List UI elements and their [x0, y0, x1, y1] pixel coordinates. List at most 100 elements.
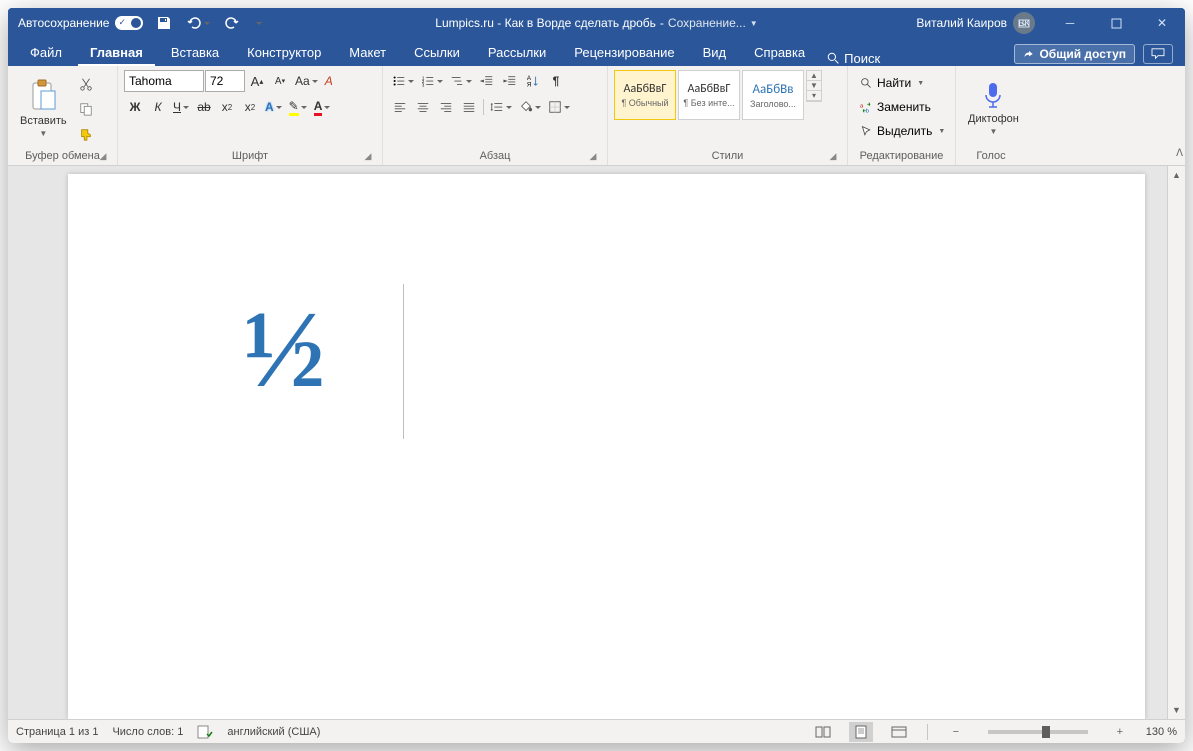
share-button[interactable]: Общий доступ: [1014, 44, 1135, 64]
tab-home[interactable]: Главная: [78, 41, 155, 66]
align-justify-icon[interactable]: [458, 96, 480, 118]
numbering-icon[interactable]: 123: [418, 70, 446, 92]
zoom-level[interactable]: 130 %: [1146, 726, 1177, 738]
style-heading1[interactable]: АаБбВвЗаголово...: [742, 70, 804, 120]
tab-layout[interactable]: Макет: [337, 41, 398, 66]
language-indicator[interactable]: английский (США): [227, 726, 320, 738]
spellcheck-icon[interactable]: [197, 725, 213, 739]
maximize-icon[interactable]: [1093, 8, 1139, 38]
web-layout-icon[interactable]: [887, 722, 911, 742]
zoom-in-button[interactable]: +: [1108, 722, 1132, 742]
text-cursor: [403, 284, 404, 439]
tab-references[interactable]: Ссылки: [402, 41, 472, 66]
select-button[interactable]: Выделить▼: [856, 120, 949, 142]
sort-icon[interactable]: AЯ: [522, 70, 544, 92]
styles-launcher-icon[interactable]: ◢: [827, 151, 839, 163]
read-mode-icon[interactable]: [811, 722, 835, 742]
indent-decrease-icon[interactable]: [476, 70, 498, 92]
styles-scroll-icon[interactable]: ▲▼▾: [806, 70, 822, 102]
tab-help[interactable]: Справка: [742, 41, 817, 66]
clipboard-launcher-icon[interactable]: ◢: [97, 151, 109, 163]
tab-mailings[interactable]: Рассылки: [476, 41, 558, 66]
find-icon: [860, 77, 873, 90]
scroll-up-icon[interactable]: ▲: [1168, 166, 1185, 184]
shading-icon[interactable]: [516, 96, 544, 118]
tab-file[interactable]: Файл: [18, 41, 74, 66]
show-marks-icon[interactable]: ¶: [545, 70, 567, 92]
minimize-icon[interactable]: ─: [1047, 8, 1093, 38]
subscript-button[interactable]: x2: [216, 96, 238, 118]
document-content[interactable]: ½: [243, 294, 326, 404]
comment-icon: [1151, 48, 1165, 60]
paste-button[interactable]: Вставить ▼: [14, 70, 73, 147]
word-count[interactable]: Число слов: 1: [112, 726, 183, 738]
vertical-scrollbar[interactable]: ▲ ▼: [1167, 166, 1185, 719]
tab-view[interactable]: Вид: [691, 41, 739, 66]
align-left-icon[interactable]: [389, 96, 411, 118]
styles-gallery[interactable]: АаБбВвГ¶ Обычный АаБбВвГ¶ Без инте... Аа…: [614, 70, 804, 120]
ribbon-tabs: Файл Главная Вставка Конструктор Макет С…: [8, 38, 1185, 66]
format-painter-icon[interactable]: [75, 123, 97, 145]
document-area[interactable]: ½ ▲ ▼: [8, 166, 1185, 719]
undo-icon[interactable]: [183, 12, 213, 34]
cut-icon[interactable]: [75, 73, 97, 95]
bullets-icon[interactable]: [389, 70, 417, 92]
title-bar: Автосохранение Lumpics.ru - Как в Ворде …: [8, 8, 1185, 38]
collapse-ribbon-icon[interactable]: ᐱ: [1176, 148, 1183, 159]
find-button[interactable]: Найти▼: [856, 72, 949, 94]
change-case-button[interactable]: Aa: [292, 70, 321, 92]
copy-icon[interactable]: [75, 98, 97, 120]
font-color-icon[interactable]: A: [311, 96, 334, 118]
qat-customize-icon[interactable]: [251, 12, 265, 34]
save-icon[interactable]: [153, 12, 175, 34]
align-right-icon[interactable]: [435, 96, 457, 118]
underline-button[interactable]: Ч: [170, 96, 192, 118]
print-layout-icon[interactable]: [849, 722, 873, 742]
zoom-out-button[interactable]: −: [944, 722, 968, 742]
tab-review[interactable]: Рецензирование: [562, 41, 686, 66]
microphone-icon: [982, 81, 1004, 111]
dictate-button[interactable]: Диктофон ▼: [962, 70, 1025, 147]
tab-insert[interactable]: Вставка: [159, 41, 231, 66]
indent-increase-icon[interactable]: [499, 70, 521, 92]
italic-button[interactable]: К: [147, 96, 169, 118]
line-spacing-icon[interactable]: [487, 96, 515, 118]
replace-button[interactable]: abЗаменить: [856, 96, 949, 118]
superscript-button[interactable]: x2: [239, 96, 261, 118]
style-nospace[interactable]: АаБбВвГ¶ Без инте...: [678, 70, 740, 120]
group-voice-label: Голос: [976, 150, 1005, 162]
shrink-font-icon[interactable]: A▾: [269, 70, 291, 92]
style-normal[interactable]: АаБбВвГ¶ Обычный: [614, 70, 676, 120]
ribbon-options-icon[interactable]: [1001, 8, 1047, 38]
font-size-combo[interactable]: [205, 70, 245, 92]
search-button[interactable]: Поиск: [819, 51, 888, 66]
comments-button[interactable]: [1143, 44, 1173, 64]
scroll-down-icon[interactable]: ▼: [1168, 701, 1185, 719]
text-effects-icon[interactable]: A: [262, 96, 285, 118]
font-launcher-icon[interactable]: ◢: [362, 151, 374, 163]
strike-button[interactable]: ab: [193, 96, 215, 118]
svg-text:Я: Я: [527, 81, 531, 88]
group-font-label: Шрифт: [232, 150, 268, 162]
align-center-icon[interactable]: [412, 96, 434, 118]
zoom-slider[interactable]: [988, 730, 1088, 734]
user-name[interactable]: Виталий Каиров: [916, 16, 1007, 30]
svg-text:b: b: [866, 108, 869, 114]
save-status: Сохранение...: [668, 16, 746, 30]
page-indicator[interactable]: Страница 1 из 1: [16, 726, 98, 738]
redo-icon[interactable]: [221, 12, 243, 34]
highlight-icon[interactable]: ✎: [286, 96, 310, 118]
paragraph-launcher-icon[interactable]: ◢: [587, 151, 599, 163]
tab-design[interactable]: Конструктор: [235, 41, 333, 66]
bold-button[interactable]: Ж: [124, 96, 146, 118]
clear-format-icon[interactable]: A⃫: [322, 70, 345, 92]
svg-text:3: 3: [422, 82, 425, 87]
autosave-toggle[interactable]: [115, 16, 143, 30]
multilevel-icon[interactable]: [447, 70, 475, 92]
select-icon: [860, 125, 873, 138]
borders-icon[interactable]: [545, 96, 573, 118]
page[interactable]: ½: [68, 174, 1145, 719]
font-name-combo[interactable]: [124, 70, 204, 92]
grow-font-icon[interactable]: A▴: [246, 70, 268, 92]
close-icon[interactable]: ✕: [1139, 8, 1185, 38]
